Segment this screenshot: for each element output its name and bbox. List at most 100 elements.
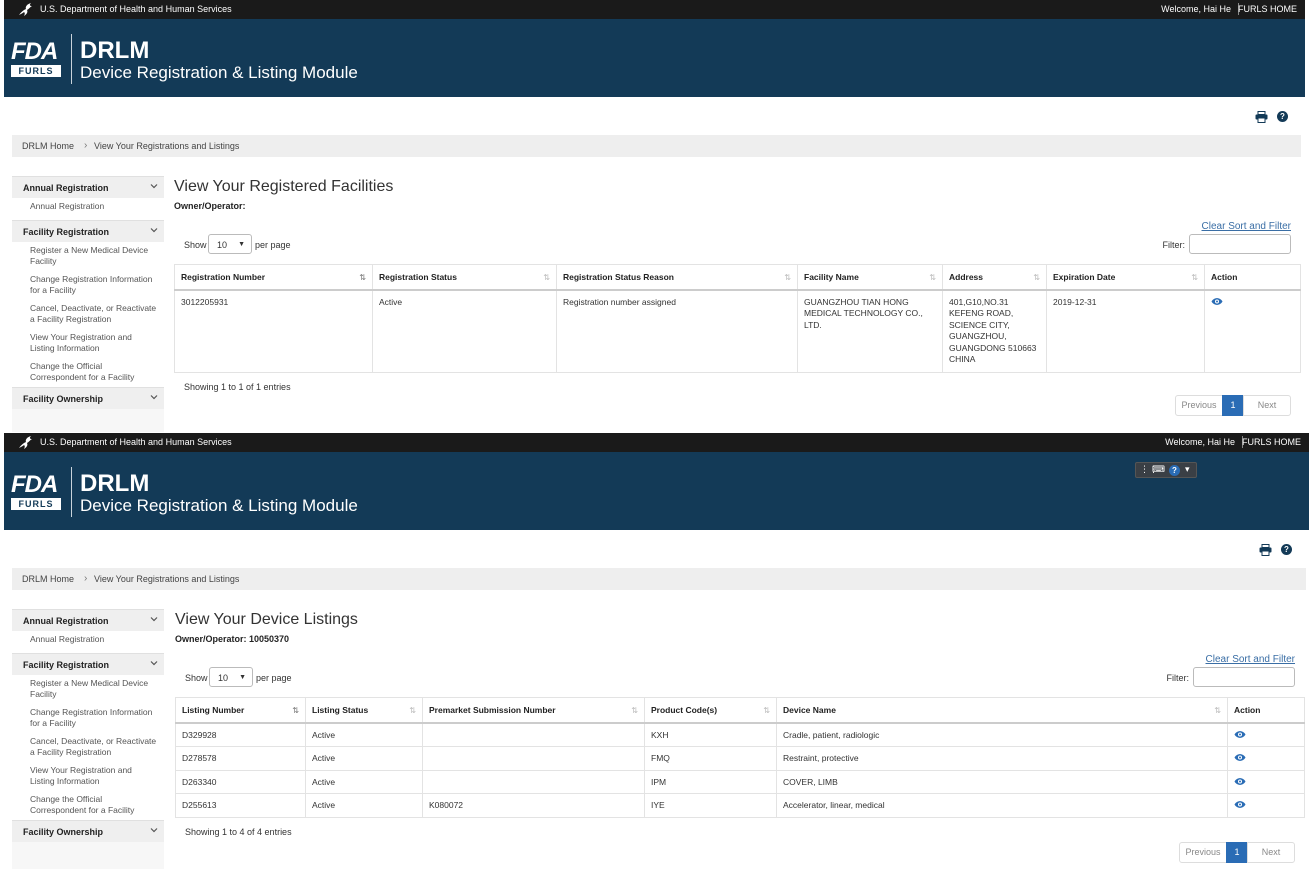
cell-device-name: Accelerator, linear, medical <box>776 793 1228 818</box>
table-row: D329928 Active KXH Cradle, patient, radi… <box>175 722 1305 747</box>
sidebar-section-facility-ownership[interactable]: Facility Ownership <box>12 819 164 842</box>
page-title: View Your Registered Facilities <box>174 178 394 195</box>
eye-icon[interactable] <box>1234 800 1246 809</box>
sidebar-section-facility-ownership[interactable]: Facility Ownership <box>12 386 164 409</box>
column-label: Device Name <box>783 704 836 715</box>
cell-action <box>1227 769 1305 794</box>
column-header-registration-status[interactable]: Registration Status ⇅ <box>372 264 557 291</box>
sidebar-item-view-registration[interactable]: View Your Registration and Listing Infor… <box>12 328 164 358</box>
column-label: Facility Name <box>804 271 859 282</box>
cell-action <box>1204 289 1301 373</box>
breadcrumb-home-link[interactable]: DRLM Home <box>22 141 74 151</box>
column-header-premarket-number[interactable]: Premarket Submission Number ⇅ <box>422 697 645 724</box>
sidebar-item-annual-registration[interactable]: Annual Registration <box>12 631 164 649</box>
column-header-registration-number[interactable]: Registration Number ⇅ <box>174 264 373 291</box>
sort-icon: ⇅ <box>631 706 638 715</box>
column-header-expiration-date[interactable]: Expiration Date ⇅ <box>1046 264 1205 291</box>
column-header-status-reason[interactable]: Registration Status Reason ⇅ <box>556 264 798 291</box>
chevron-down-icon[interactable]: ▾ <box>1185 464 1190 475</box>
cell-premarket <box>422 769 645 794</box>
printer-icon[interactable] <box>1255 111 1268 123</box>
address-line: CHINA <box>949 354 976 364</box>
page-length-value: 10 <box>217 240 228 250</box>
breadcrumb-home-link[interactable]: DRLM Home <box>22 574 74 584</box>
sidebar-section-label: Annual Registration <box>23 183 109 193</box>
next-page-button[interactable]: Next <box>1247 842 1295 863</box>
eye-icon[interactable] <box>1234 730 1246 739</box>
sidebar-item-view-registration[interactable]: View Your Registration and Listing Infor… <box>12 761 164 791</box>
hhs-link[interactable]: U.S. Department of Health and Human Serv… <box>40 4 232 14</box>
eye-icon[interactable] <box>1211 297 1223 306</box>
column-header-facility-name[interactable]: Facility Name ⇅ <box>797 264 943 291</box>
sidebar-item-register-facility[interactable]: Register a New Medical Device Facility <box>12 241 164 271</box>
help-icon[interactable]: ? <box>1277 111 1288 122</box>
chevron-down-icon <box>150 184 158 189</box>
help-icon[interactable]: ? <box>1281 544 1292 555</box>
hhs-link[interactable]: U.S. Department of Health and Human Serv… <box>40 437 232 447</box>
sidebar-item-change-registration[interactable]: Change Registration Information for a Fa… <box>12 703 164 733</box>
column-header-device-name[interactable]: Device Name ⇅ <box>776 697 1228 724</box>
filter-input[interactable] <box>1189 234 1291 254</box>
fda-furls-logo[interactable]: FDA FURLS <box>11 473 63 510</box>
furls-home-link[interactable]: FURLS HOME <box>1242 437 1301 447</box>
hhs-top-bar: U.S. Department of Health and Human Serv… <box>4 0 1305 19</box>
table-row: D263340 Active IPM COVER, LIMB <box>175 769 1305 794</box>
printer-icon[interactable] <box>1259 544 1272 556</box>
cell-status: Active <box>372 289 557 373</box>
furls-home-link[interactable]: FURLS HOME <box>1238 4 1297 14</box>
clear-sort-filter-link[interactable]: Clear Sort and Filter <box>1206 654 1295 665</box>
column-header-listing-number[interactable]: Listing Number ⇅ <box>175 697 306 724</box>
sidebar-item-change-registration[interactable]: Change Registration Information for a Fa… <box>12 270 164 300</box>
utility-icons: ? <box>1259 544 1299 558</box>
app-short-title: DRLM <box>80 470 150 497</box>
sidebar-section-annual-registration[interactable]: Annual Registration <box>12 609 164 631</box>
page-1-button[interactable]: 1 <box>1222 395 1244 416</box>
facilities-screenshot: U.S. Department of Health and Human Serv… <box>0 0 1309 432</box>
cell-product-code: FMQ <box>644 746 777 771</box>
next-page-button[interactable]: Next <box>1243 395 1291 416</box>
eye-icon[interactable] <box>1234 777 1246 786</box>
pagination: Previous 1 Next <box>1175 395 1291 416</box>
table-row: D278578 Active FMQ Restraint, protective <box>175 746 1305 771</box>
cell-status: Active <box>305 769 423 794</box>
floating-toolbar[interactable]: ⋮⋮ ⌨ ? ▾ <box>1135 462 1197 478</box>
previous-page-button[interactable]: Previous <box>1175 395 1223 416</box>
cell-action <box>1227 793 1305 818</box>
sidebar-item-annual-registration[interactable]: Annual Registration <box>12 198 164 216</box>
column-header-action: Action <box>1204 264 1301 291</box>
sidebar-section-facility-registration[interactable]: Facility Registration <box>12 652 164 675</box>
filter-input[interactable] <box>1193 667 1295 687</box>
column-label: Action <box>1211 271 1238 282</box>
page-1-button[interactable]: 1 <box>1226 842 1248 863</box>
column-header-address[interactable]: Address ⇅ <box>942 264 1047 291</box>
cell-facility-name: GUANGZHOU TIAN HONG MEDICAL TECHNOLOGY C… <box>797 289 943 373</box>
keyboard-icon[interactable]: ⌨ <box>1152 464 1165 475</box>
fda-furls-logo[interactable]: FDA FURLS <box>11 38 63 77</box>
column-header-listing-status[interactable]: Listing Status ⇅ <box>305 697 423 724</box>
page-length-select[interactable]: 10 ▼ <box>209 667 253 687</box>
sidebar-item-cancel-deactivate[interactable]: Cancel, Deactivate, or Reactivate a Faci… <box>12 299 164 329</box>
welcome-text: Welcome, Hai He <box>1165 437 1235 447</box>
page-length-select[interactable]: 10 ▼ <box>208 234 252 254</box>
sidebar-item-cancel-deactivate[interactable]: Cancel, Deactivate, or Reactivate a Faci… <box>12 732 164 762</box>
address-line: GUANGDONG 510663 <box>949 342 1037 353</box>
sidebar-item-change-correspondent[interactable]: Change the Official Correspondent for a … <box>12 790 164 820</box>
page-length-value: 10 <box>218 673 229 683</box>
sidebar-section-facility-registration[interactable]: Facility Registration <box>12 219 164 242</box>
sidebar-section-annual-registration[interactable]: Annual Registration <box>12 176 164 198</box>
column-label: Premarket Submission Number <box>429 704 556 715</box>
column-header-product-code[interactable]: Product Code(s) ⇅ <box>644 697 777 724</box>
eye-icon[interactable] <box>1234 753 1246 762</box>
sidebar-section-label: Facility Ownership <box>23 826 104 837</box>
cell-listing-number: D263340 <box>175 769 306 794</box>
sidebar-item-register-facility[interactable]: Register a New Medical Device Facility <box>12 674 164 704</box>
previous-page-button[interactable]: Previous <box>1179 842 1227 863</box>
breadcrumb: DRLM Home › View Your Registrations and … <box>12 568 1306 590</box>
column-label: Action <box>1234 704 1261 715</box>
fda-logo-text: FDA <box>11 38 58 65</box>
help-icon[interactable]: ? <box>1169 465 1180 476</box>
per-page-label: per page <box>255 240 291 250</box>
sidebar-item-change-correspondent[interactable]: Change the Official Correspondent for a … <box>12 357 164 387</box>
clear-sort-filter-link[interactable]: Clear Sort and Filter <box>1202 221 1291 232</box>
cell-status: Active <box>305 793 423 818</box>
